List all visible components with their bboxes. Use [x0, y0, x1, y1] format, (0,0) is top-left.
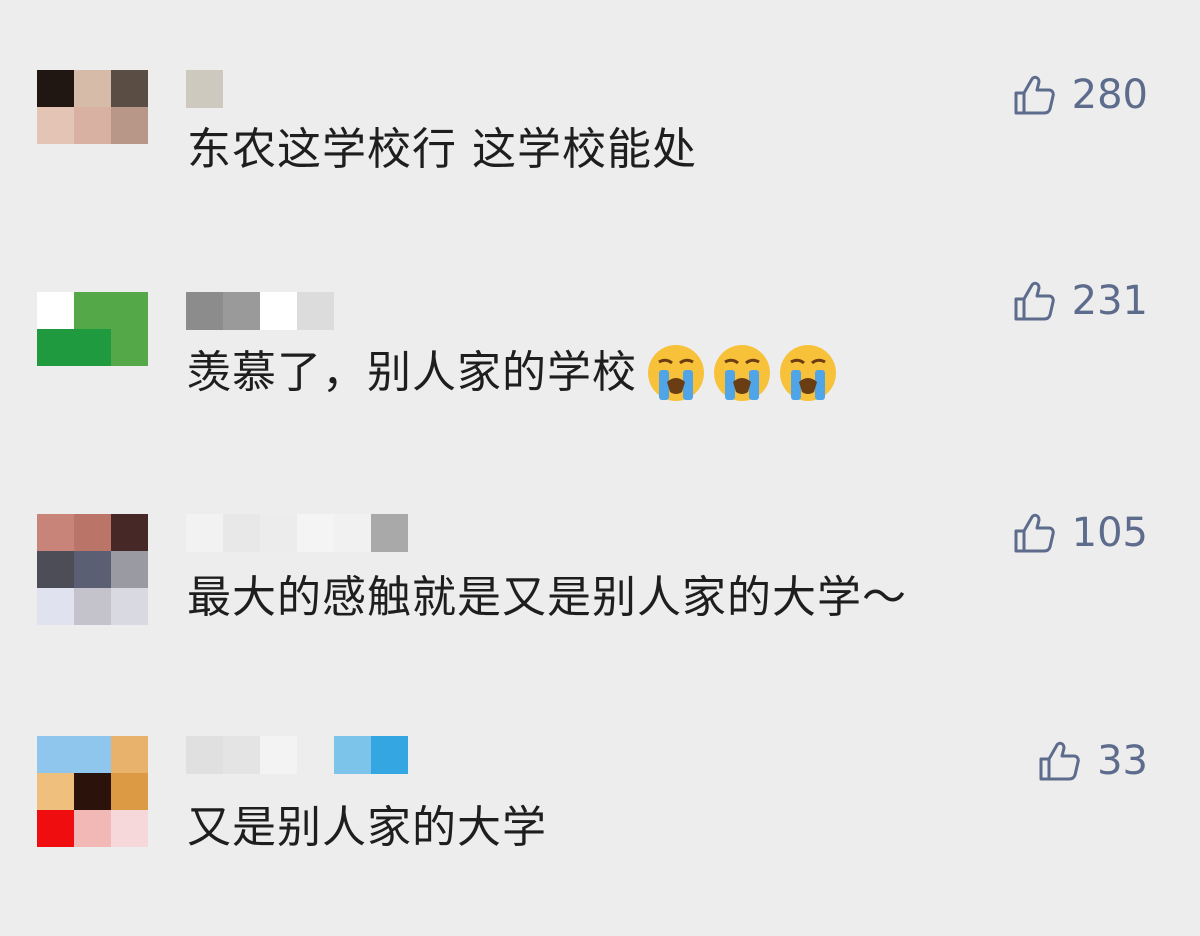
- username-pixel: [260, 292, 297, 330]
- thumbs-up-outline-icon: [1014, 513, 1055, 553]
- username-pixel: [371, 514, 408, 552]
- username-pixel: [260, 736, 297, 774]
- username-pixel: [297, 292, 334, 330]
- like-count: 231: [1071, 278, 1148, 324]
- thumbs-up-outline-icon: [1014, 281, 1055, 321]
- like-button[interactable]: 280: [1012, 70, 1148, 120]
- comment-item: 105 最大的感触就是又是别人家的大学～: [0, 510, 1200, 714]
- loudly-crying-face-emoji: [648, 345, 704, 401]
- avatar-pixel: [37, 70, 74, 107]
- avatar-pixel: [74, 736, 111, 773]
- avatar-pixel: [37, 773, 74, 810]
- comment-text: 羡慕了，别人家的学校: [187, 342, 839, 404]
- avatar-pixel: [37, 736, 74, 773]
- comment-text-content: 羡慕了，别人家的学校: [187, 347, 637, 398]
- avatar-pixel: [74, 107, 111, 144]
- thumbs-up-outline-icon: [1014, 75, 1055, 115]
- username-pixel: [186, 292, 223, 330]
- username-blurred[interactable]: [186, 736, 408, 774]
- avatar-pixel: [74, 70, 111, 107]
- username-pixel: [297, 514, 334, 552]
- avatar-pixel: [111, 551, 148, 588]
- username-pixel: [186, 736, 223, 774]
- avatar-pixel: [37, 292, 74, 329]
- like-button[interactable]: 33: [1037, 736, 1148, 786]
- avatar-pixel: [74, 551, 111, 588]
- username-blurred[interactable]: [186, 514, 408, 552]
- comment-item: 280 东农这学校行 这学校能处: [0, 70, 1200, 270]
- avatar[interactable]: [37, 736, 148, 847]
- avatar-pixel: [37, 588, 74, 625]
- avatar-pixel: [37, 514, 74, 551]
- avatar-pixel: [111, 70, 148, 107]
- avatar-pixel: [111, 810, 148, 847]
- avatar-pixel: [111, 107, 148, 144]
- comment-item: 33 又是别人家的大学: [0, 736, 1200, 936]
- avatar-pixel: [111, 292, 148, 329]
- username-blurred[interactable]: [186, 292, 334, 330]
- avatar-pixel: [111, 736, 148, 773]
- username-pixel: [334, 736, 371, 774]
- comment-text-content: 又是别人家的大学: [187, 802, 547, 853]
- comment-item: 231 羡慕了，别人家的学校: [0, 278, 1200, 492]
- emoji-group: [641, 342, 839, 404]
- comment-text: 又是别人家的大学: [187, 800, 547, 856]
- like-count: 33: [1097, 738, 1148, 784]
- avatar-pixel: [111, 588, 148, 625]
- like-count: 280: [1071, 72, 1148, 118]
- avatar-pixel: [74, 292, 111, 329]
- avatar-pixel: [37, 551, 74, 588]
- thumbs-up-outline-icon: [1039, 741, 1080, 781]
- loudly-crying-face-emoji: [714, 345, 770, 401]
- avatar-pixel: [37, 329, 74, 366]
- like-button[interactable]: 231: [1012, 276, 1148, 326]
- avatar-pixel: [111, 514, 148, 551]
- loudly-crying-face-emoji: [780, 345, 836, 401]
- avatar-pixel: [74, 514, 111, 551]
- comment-text: 最大的感触就是又是别人家的大学～: [187, 570, 907, 626]
- username-pixel: [186, 514, 223, 552]
- avatar-pixel: [111, 773, 148, 810]
- comment-text: 东农这学校行 这学校能处: [187, 122, 697, 178]
- like-count: 105: [1071, 510, 1148, 556]
- avatar-pixel: [111, 329, 148, 366]
- username-pixel: [223, 514, 260, 552]
- avatar-pixel: [74, 588, 111, 625]
- comment-text-content: 东农这学校行 这学校能处: [187, 124, 697, 175]
- avatar-pixel: [37, 107, 74, 144]
- username-pixel: [297, 736, 334, 774]
- avatar[interactable]: [37, 292, 148, 366]
- avatar-pixel: [74, 329, 111, 366]
- avatar[interactable]: [37, 70, 148, 144]
- username-pixel: [334, 514, 371, 552]
- like-button[interactable]: 105: [1012, 508, 1148, 558]
- username-blurred[interactable]: [186, 70, 223, 108]
- avatar-pixel: [37, 810, 74, 847]
- avatar[interactable]: [37, 514, 148, 625]
- avatar-pixel: [74, 773, 111, 810]
- username-pixel: [223, 292, 260, 330]
- comment-text-content: 最大的感触就是又是别人家的大学～: [187, 572, 907, 623]
- username-pixel: [186, 70, 223, 108]
- avatar-pixel: [74, 810, 111, 847]
- username-pixel: [260, 514, 297, 552]
- username-pixel: [371, 736, 408, 774]
- username-pixel: [223, 736, 260, 774]
